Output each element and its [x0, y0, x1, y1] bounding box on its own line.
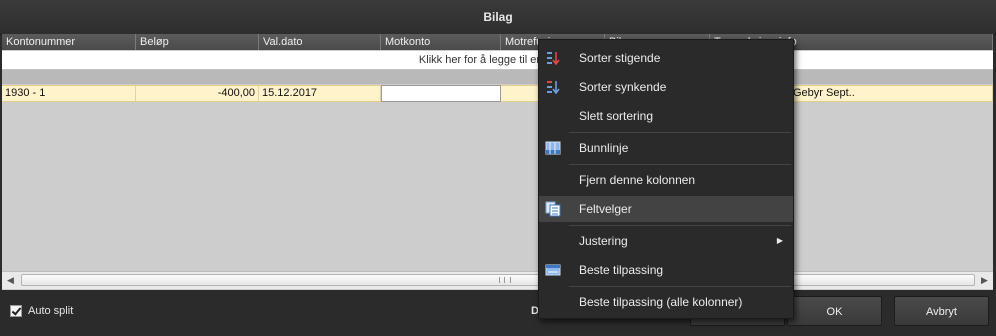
menu-item-footer-row[interactable]: Bunnlinje — [539, 135, 793, 161]
menu-separator — [569, 164, 791, 165]
table-row[interactable]: 1930 - 1 -400,00 15.12.2017 Gebyr Sept.. — [2, 85, 993, 102]
ok-button[interactable]: OK — [787, 296, 882, 326]
scroll-left-icon[interactable]: ◀ — [2, 272, 19, 289]
column-header-kontonummer[interactable]: Kontonummer — [2, 34, 136, 50]
column-header-valdato[interactable]: Val.dato — [259, 34, 381, 50]
column-header-motkonto[interactable]: Motkonto — [381, 34, 501, 50]
menu-item-field-chooser[interactable]: Feltvelger — [539, 196, 793, 222]
footer-row-icon — [545, 141, 561, 155]
sort-ascending-icon — [547, 52, 560, 66]
horizontal-scrollbar[interactable]: ◀ ▶ — [2, 271, 993, 289]
scrollbar-thumb[interactable] — [21, 274, 975, 286]
menu-item-clear-sort[interactable]: Slett sortering — [539, 103, 793, 129]
entries-grid[interactable]: Kontonummer Beløp Val.dato Motkonto Motr… — [2, 34, 993, 290]
menu-separator — [569, 225, 791, 226]
field-chooser-icon — [545, 201, 561, 217]
menu-item-sort-descending[interactable]: Sorter synkende — [539, 74, 793, 100]
cell-valdato[interactable]: 15.12.2017 — [259, 86, 381, 101]
best-fit-icon — [545, 264, 561, 276]
menu-item-alignment[interactable]: Justering ▶ — [539, 228, 793, 254]
add-new-row-text: Klikk her for å legge til en ny rad — [418, 54, 577, 66]
cell-kontonummer[interactable]: 1930 - 1 — [2, 86, 136, 101]
scrollbar-grip-icon — [499, 277, 511, 283]
grid-group-separator — [2, 70, 993, 84]
menu-item-label: Feltvelger — [579, 202, 632, 216]
menu-item-best-fit[interactable]: Beste tilpassing — [539, 257, 793, 283]
menu-item-label: Bunnlinje — [579, 141, 629, 155]
auto-split-label[interactable]: Auto split — [28, 305, 73, 317]
menu-item-label: Sorter stigende — [579, 51, 661, 65]
cell-motkonto-editor[interactable] — [381, 85, 501, 102]
grid-header-row: Kontonummer Beløp Val.dato Motkonto Motr… — [2, 34, 993, 50]
auto-split-checkbox[interactable] — [10, 305, 22, 317]
menu-separator — [569, 132, 791, 133]
sort-descending-icon — [547, 81, 560, 95]
column-context-menu: Sorter stigende Sorter synkende Slett so… — [538, 39, 794, 319]
menu-item-sort-ascending[interactable]: Sorter stigende — [539, 45, 793, 71]
dialog-footer: Auto split D OK Avbryt — [0, 290, 996, 336]
menu-item-remove-column[interactable]: Fjern denne kolonnen — [539, 167, 793, 193]
add-new-row[interactable]: Klikk her for å legge til en ny rad — [2, 51, 993, 70]
window-title-bar: Bilag — [0, 0, 996, 35]
cancel-button[interactable]: Avbryt — [894, 296, 989, 326]
cell-belop[interactable]: -400,00 — [136, 86, 259, 101]
menu-separator — [569, 286, 791, 287]
column-header-belop[interactable]: Beløp — [136, 34, 259, 50]
menu-item-label: Beste tilpassing — [579, 263, 664, 277]
menu-item-label: Fjern denne kolonnen — [579, 173, 696, 187]
menu-item-label: Beste tilpassing (alle kolonner) — [579, 295, 743, 309]
window-title: Bilag — [483, 10, 513, 24]
menu-item-label: Slett sortering — [579, 109, 654, 123]
submenu-arrow-icon: ▶ — [776, 236, 783, 245]
menu-item-label: Sorter synkende — [579, 80, 667, 94]
menu-item-label: Justering — [579, 234, 628, 248]
menu-item-best-fit-all[interactable]: Beste tilpassing (alle kolonner) — [539, 289, 793, 315]
scroll-right-icon[interactable]: ▶ — [976, 272, 993, 289]
